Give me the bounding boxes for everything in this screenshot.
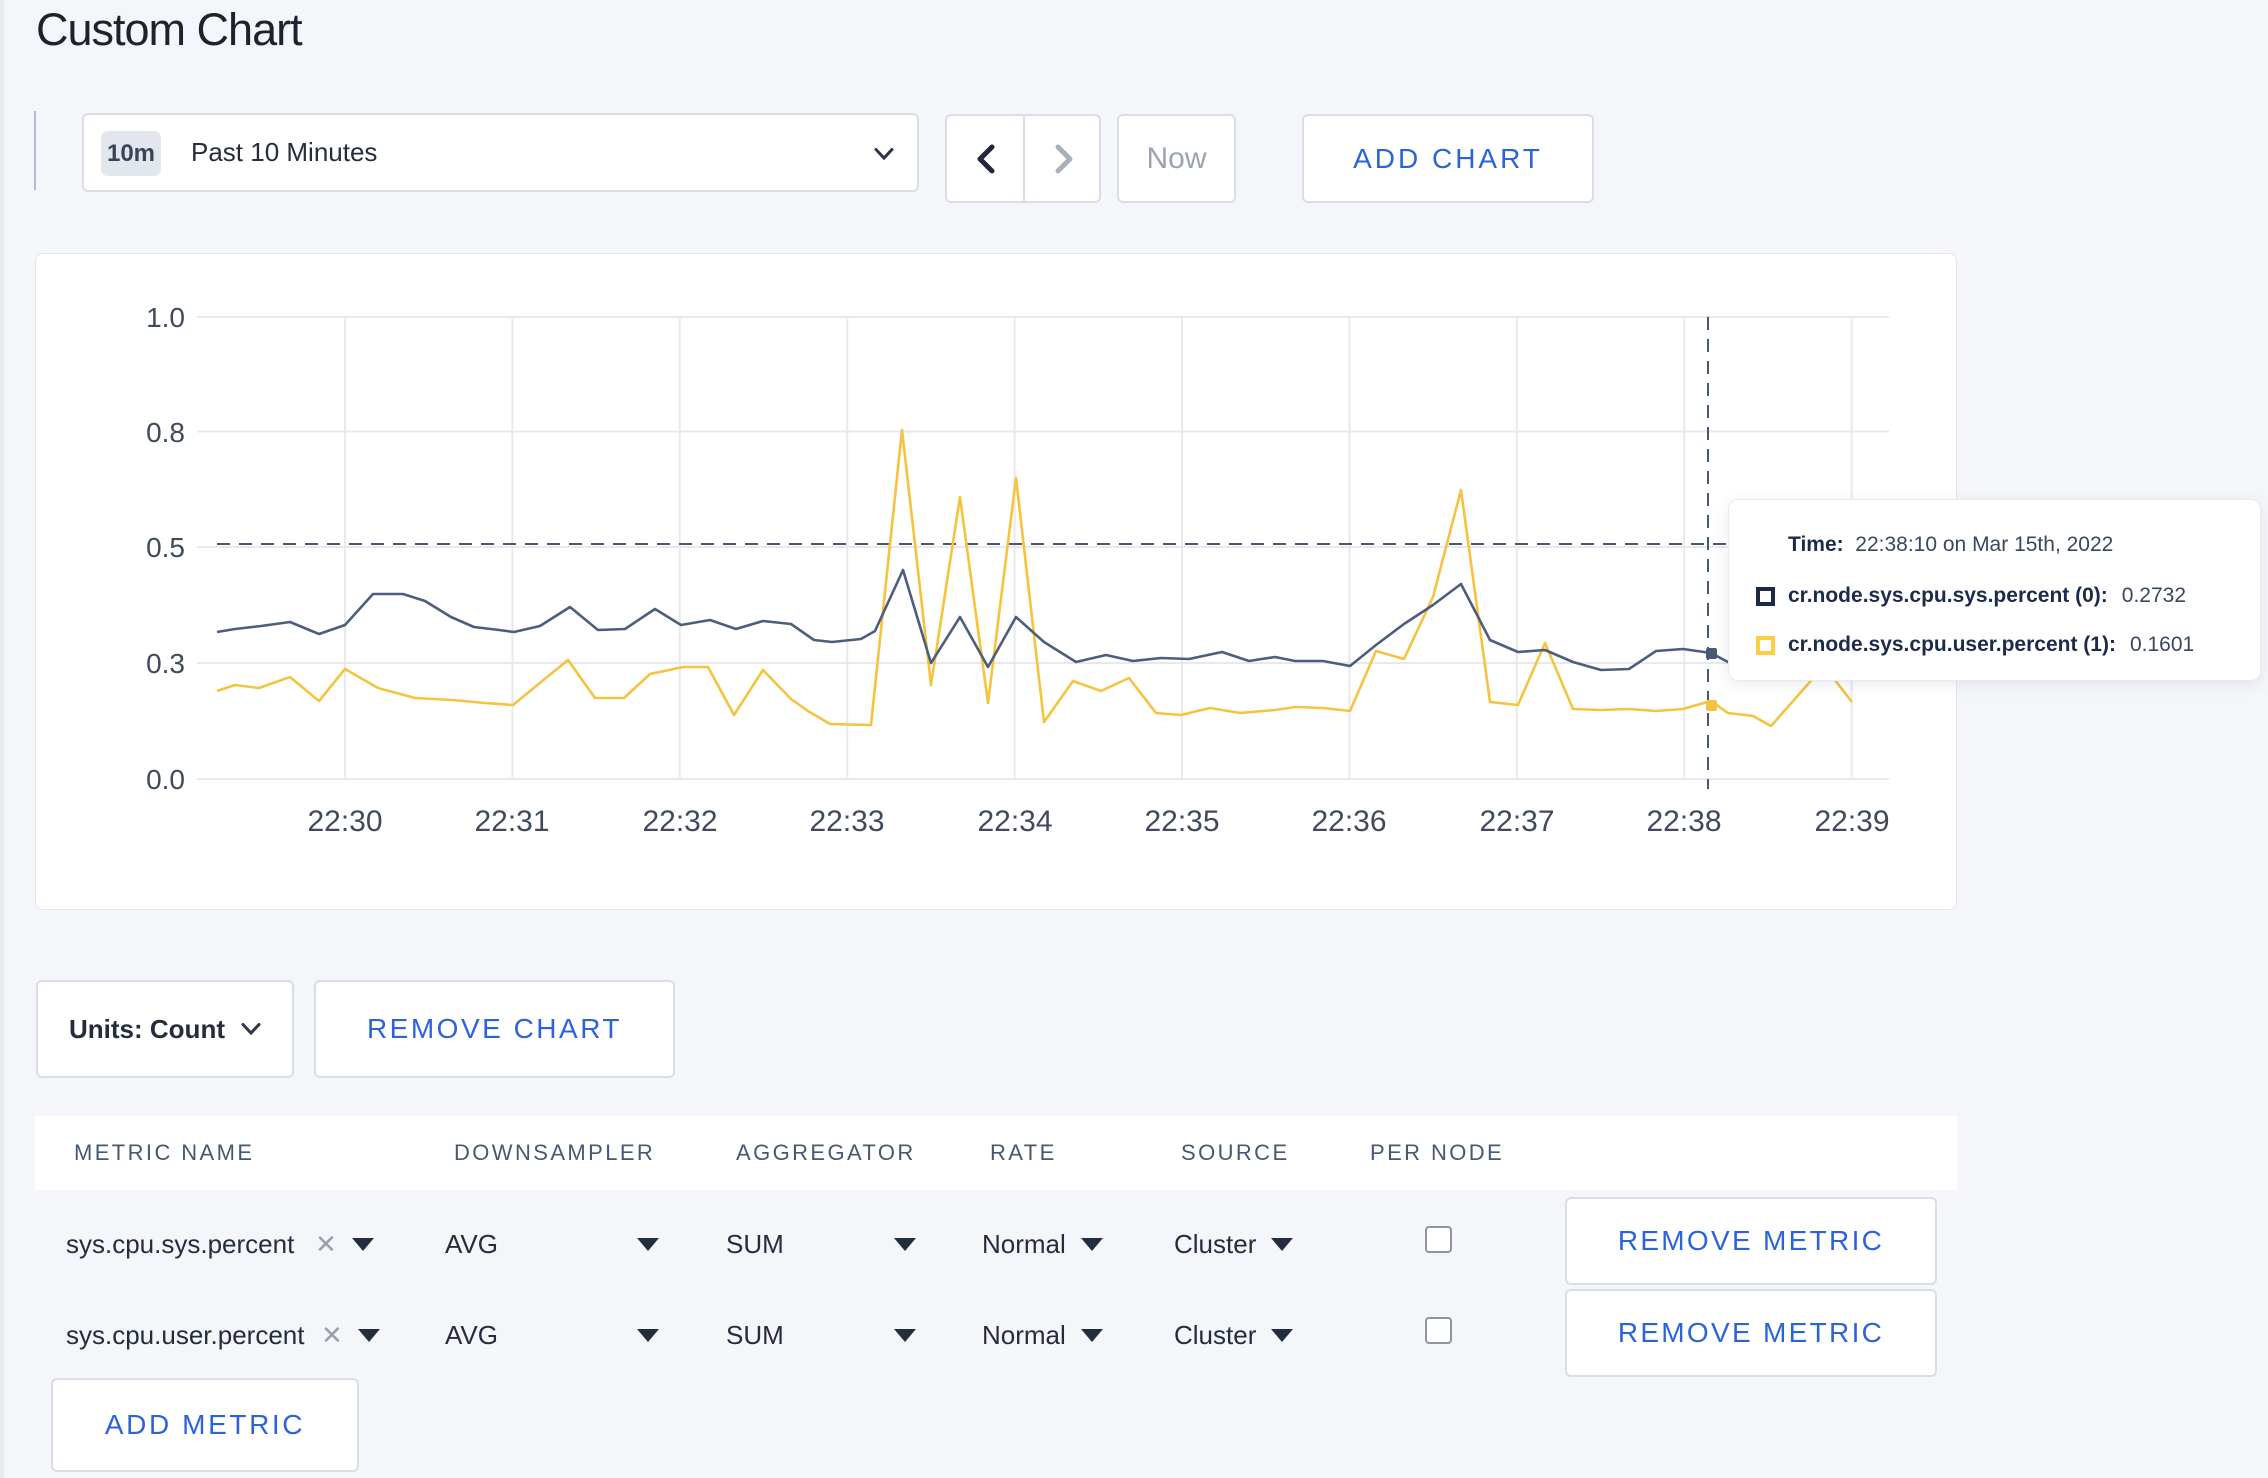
svg-text:22:33: 22:33 bbox=[809, 805, 884, 838]
svg-text:22:34: 22:34 bbox=[977, 805, 1052, 838]
svg-text:0.3: 0.3 bbox=[146, 648, 185, 679]
svg-text:22:36: 22:36 bbox=[1311, 805, 1386, 838]
svg-text:22:37: 22:37 bbox=[1479, 805, 1554, 838]
svg-text:0.0: 0.0 bbox=[146, 764, 185, 795]
svg-text:1.0: 1.0 bbox=[146, 302, 185, 333]
svg-text:22:39: 22:39 bbox=[1814, 805, 1889, 838]
svg-text:22:31: 22:31 bbox=[474, 805, 549, 838]
svg-text:22:32: 22:32 bbox=[642, 805, 717, 838]
svg-text:0.8: 0.8 bbox=[146, 417, 185, 448]
svg-text:0.5: 0.5 bbox=[146, 532, 185, 563]
svg-text:22:30: 22:30 bbox=[307, 805, 382, 838]
svg-text:22:35: 22:35 bbox=[1144, 805, 1219, 838]
svg-text:22:38: 22:38 bbox=[1646, 805, 1721, 838]
